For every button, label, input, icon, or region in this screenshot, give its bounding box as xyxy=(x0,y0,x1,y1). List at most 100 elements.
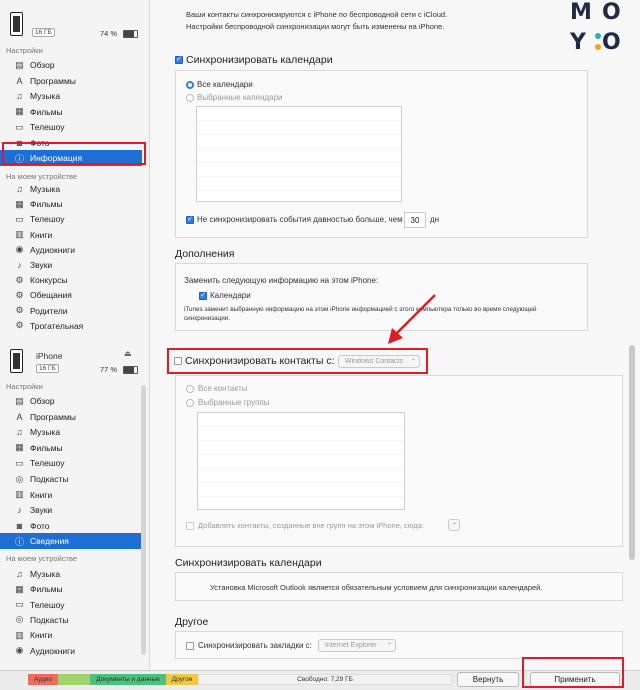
sidebar-item[interactable]: ▭ Телешоу xyxy=(0,211,142,227)
eject-icon[interactable]: ⏏ xyxy=(124,349,132,358)
photo-icon: ◙ xyxy=(16,520,23,531)
logo-letter-o: O xyxy=(602,0,621,25)
sidebar-item[interactable]: ▭ Телешоу xyxy=(0,597,142,613)
sidebar-item[interactable]: ◎ Подкасты xyxy=(0,471,142,487)
annotation-highlight-info xyxy=(2,142,146,165)
sidebar-bottom: iPhone 16 ГБ 77 % ⏏ Настройки ▤ Обзор A Про… xyxy=(0,345,150,670)
sidebar-item-label: Фильмы xyxy=(30,584,63,595)
sidebar-item-label: Обещания xyxy=(30,290,72,301)
outlook-notice: Установка Microsoft Outlook является обя… xyxy=(210,583,543,592)
sidebar-item[interactable]: ⚙ Конкурсы xyxy=(0,272,142,288)
sidebar-item[interactable]: ⚙ Трогательная xyxy=(0,318,142,334)
sync-calendars-label: Синхронизировать календари xyxy=(186,54,333,66)
tv-icon: ▭ xyxy=(15,121,24,132)
logo-dot-orange xyxy=(595,44,601,50)
itunes-note-line2: синхронизации. xyxy=(184,315,231,322)
all-contacts-radio[interactable] xyxy=(186,385,194,393)
sidebar-item-label: Сведения xyxy=(30,536,69,547)
bookmarks-source-value: Internet Explorer xyxy=(325,642,377,649)
sidebar-item-label: Программы xyxy=(30,75,76,86)
sidebar-item[interactable]: ▤ Обзор xyxy=(0,393,142,409)
sidebar-item-label: Книги xyxy=(30,229,53,240)
sidebar-item-label: Звуки xyxy=(30,260,53,270)
sidebar-item-label: Музыка xyxy=(30,569,61,579)
annotation-highlight-apply xyxy=(522,657,624,688)
sidebar-item-label: Телешоу xyxy=(30,214,65,225)
sidebar-item[interactable]: ▭ Телешоу xyxy=(0,119,142,135)
section-device-label: На моем устройстве xyxy=(6,172,78,181)
moyo-logo: M O Y O xyxy=(560,0,640,62)
sidebar-item[interactable]: ♪ Звуки xyxy=(0,257,142,273)
iphone-device-icon xyxy=(10,349,23,373)
sync-bookmarks-checkbox[interactable] xyxy=(186,642,194,650)
add-contacts-group-select[interactable]: ⌃ xyxy=(448,519,460,531)
iphone-device-icon xyxy=(10,12,23,36)
section-settings-label: Настройки xyxy=(6,382,43,391)
sidebar-item[interactable]: ▥ Книги xyxy=(0,227,142,243)
selected-groups-radio[interactable] xyxy=(186,399,194,407)
groups-list[interactable] xyxy=(197,412,405,510)
sidebar-item[interactable]: ▦ Фильмы xyxy=(0,440,142,456)
selected-calendars-radio[interactable] xyxy=(186,94,194,102)
all-calendars-label: Все календари xyxy=(197,80,253,89)
logo-letter-y: Y xyxy=(570,30,586,55)
sidebar-item[interactable]: ♪ Звуки xyxy=(0,502,142,518)
select-chevron-icon: ⌃ xyxy=(451,522,457,529)
sidebar-item[interactable]: ⚙ Обещания xyxy=(0,287,142,303)
sidebar-item[interactable]: ▦ Фильмы xyxy=(0,104,142,120)
main-scrollbar[interactable] xyxy=(629,345,635,560)
sync-calendars-checkbox[interactable] xyxy=(175,55,183,64)
sidebar-item[interactable]: ▥ Книги xyxy=(0,627,142,643)
selected-groups-label: Выбранные группы xyxy=(198,398,270,407)
book-icon: ▥ xyxy=(15,229,24,240)
sidebar-item[interactable]: ⓘ Сведения xyxy=(0,533,142,550)
gear-icon: ⚙ xyxy=(15,320,24,331)
logo-letter-m: M xyxy=(570,0,592,25)
sidebar-item[interactable]: ◉ Аудиокниги xyxy=(0,242,142,258)
film-icon: ▦ xyxy=(15,583,24,594)
capacity-free: Свободно: 7,29 ГБ xyxy=(198,674,452,685)
sidebar-item[interactable]: ▭ Телешоу xyxy=(0,455,142,471)
sidebar-item[interactable]: ⚙ Родители xyxy=(0,303,142,319)
all-calendars-radio[interactable] xyxy=(186,81,194,89)
sidebar-item[interactable]: A Программы xyxy=(0,409,142,425)
bell-icon: ♪ xyxy=(17,260,22,270)
calendars-list[interactable] xyxy=(196,106,402,202)
bookmarks-source-select[interactable]: Internet Explorer ⌃ xyxy=(318,639,396,652)
capacity-free-label: Свободно: 7,29 ГБ xyxy=(297,676,353,683)
sidebar-item[interactable]: ◙ Фото xyxy=(0,518,142,534)
capacity-other: Другое xyxy=(166,674,198,685)
sidebar-item[interactable]: ◉ Аудиокниги xyxy=(0,643,142,659)
sidebar-item[interactable]: ♫ Музыка xyxy=(0,424,142,440)
sidebar-item-label: Телешоу xyxy=(30,122,65,132)
replace-calendars-checkbox[interactable] xyxy=(199,291,207,300)
sidebar-scrollbar[interactable] xyxy=(141,385,146,655)
section-device-label: На моем устройстве xyxy=(6,554,78,563)
gear-icon: ⚙ xyxy=(15,289,24,300)
sidebar-item[interactable]: ♫ Музыка xyxy=(0,181,142,197)
sidebar-item[interactable]: ♫ Музыка xyxy=(0,566,142,582)
sidebar-item[interactable]: ▥ Книги xyxy=(0,487,142,503)
sidebar-item[interactable]: ▤ Обзор xyxy=(0,57,142,73)
sidebar-item-label: Фильмы xyxy=(30,106,63,117)
apps-icon: A xyxy=(16,411,23,422)
tv-icon: ▭ xyxy=(15,213,24,224)
overview-icon: ▤ xyxy=(15,59,24,70)
sidebar-item-label: Фильмы xyxy=(30,199,63,210)
bell-icon: ♪ xyxy=(17,505,22,516)
replace-info-label: Заменить следующую информацию на этом iP… xyxy=(184,276,379,285)
sidebar-item-label: Телешоу xyxy=(30,458,65,469)
sidebar-item[interactable]: ▦ Фильмы xyxy=(0,581,142,597)
revert-button[interactable]: Вернуть xyxy=(457,672,519,687)
book-icon: ▥ xyxy=(15,489,24,500)
add-contacts-checkbox[interactable] xyxy=(186,522,194,530)
capacity-audio: Аудио xyxy=(28,674,58,685)
music-icon: ♫ xyxy=(16,427,23,438)
sidebar-item[interactable]: ♫ Музыка xyxy=(0,88,142,104)
no-sync-older-checkbox[interactable] xyxy=(186,215,194,224)
sidebar-item[interactable]: A Программы xyxy=(0,73,142,89)
capacity-photo xyxy=(58,674,90,685)
sidebar-item[interactable]: ▦ Фильмы xyxy=(0,196,142,212)
sidebar-item[interactable]: ◎ Подкасты xyxy=(0,612,142,628)
days-input[interactable]: 30 xyxy=(404,212,426,228)
